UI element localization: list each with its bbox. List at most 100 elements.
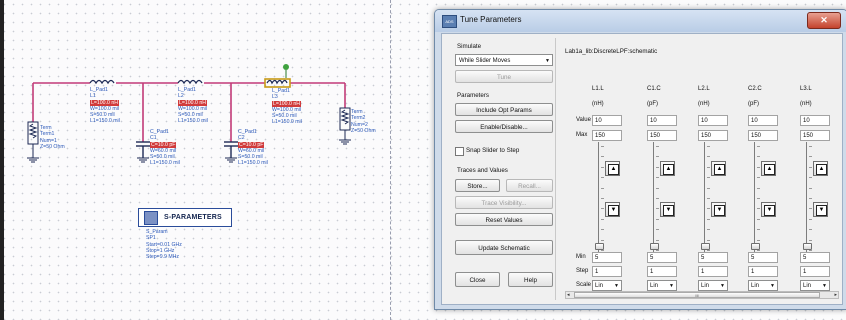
max-input[interactable]: 150 — [800, 130, 830, 141]
slider-track[interactable] — [754, 142, 755, 254]
slider-tick — [656, 177, 659, 179]
app-icon: ADS — [442, 15, 457, 28]
close-button[interactable]: Close — [455, 272, 500, 287]
slider-tick — [656, 166, 659, 168]
tune-marker-icon — [283, 64, 289, 70]
value-input[interactable]: 10 — [748, 115, 778, 126]
scale-select[interactable]: Lin ▼ — [592, 280, 622, 291]
value-input[interactable]: 10 — [800, 115, 830, 126]
increment-button[interactable]: ▲ — [761, 161, 776, 176]
increment-button[interactable]: ▲ — [605, 161, 620, 176]
step-input[interactable]: 1 — [748, 266, 778, 277]
tune-button[interactable]: Tune — [455, 70, 553, 83]
step-input[interactable]: 1 — [592, 266, 622, 277]
param-name: L3.L — [800, 86, 812, 92]
dialog-titlebar[interactable]: ADS Tune Parameters ✕ — [435, 10, 846, 32]
slider-tick — [757, 177, 760, 179]
slider-tick — [601, 239, 604, 241]
s-parameters-icon — [144, 210, 158, 225]
param-name: C2.C — [748, 86, 762, 92]
trace-visibility-button[interactable]: Trace Visibility... — [455, 196, 553, 209]
decrement-button[interactable]: ▼ — [711, 202, 726, 217]
max-input[interactable]: 150 — [748, 130, 778, 141]
min-input[interactable]: 5 — [748, 252, 778, 263]
slider-thumb[interactable] — [701, 242, 710, 250]
value-input[interactable]: 10 — [698, 115, 728, 126]
slider-tick — [757, 239, 760, 241]
include-opt-params-button[interactable]: Include Opt Params — [455, 103, 553, 116]
increment-button[interactable]: ▲ — [813, 161, 828, 176]
slider-track[interactable] — [653, 142, 654, 254]
term1-label: Term Term1 Num=1 Z=50 Ohm — [40, 125, 65, 150]
slider-tick — [809, 156, 812, 158]
min-input[interactable]: 5 — [647, 252, 677, 263]
min-input[interactable]: 5 — [592, 252, 622, 263]
increment-button[interactable]: ▲ — [711, 161, 726, 176]
slider-tick — [656, 198, 659, 199]
min-input[interactable]: 5 — [800, 252, 830, 263]
max-input[interactable]: 150 — [647, 130, 677, 141]
scroll-thumb[interactable]: III — [574, 292, 820, 298]
snap-slider-checkbox[interactable] — [455, 147, 464, 156]
max-input[interactable]: 150 — [698, 130, 728, 141]
slider-tick — [757, 218, 760, 220]
slider-tick — [809, 239, 812, 241]
slider-thumb[interactable] — [595, 242, 604, 250]
step-input[interactable]: 1 — [800, 266, 830, 277]
scroll-left-icon[interactable]: ◂ — [567, 292, 570, 298]
simulate-label: Simulate — [457, 43, 482, 50]
reset-values-button[interactable]: Reset Values — [455, 213, 553, 226]
update-schematic-button[interactable]: Update Schematic — [455, 240, 553, 255]
step-input[interactable]: 1 — [698, 266, 728, 277]
decrement-button[interactable]: ▼ — [761, 202, 776, 217]
param-name: L2.L — [698, 86, 710, 92]
store-button[interactable]: Store... — [455, 179, 500, 192]
slider-tick — [707, 229, 710, 231]
slider-thumb[interactable] — [650, 242, 659, 250]
min-input[interactable]: 5 — [698, 252, 728, 263]
decrement-button[interactable]: ▼ — [605, 202, 620, 217]
enable-disable-button[interactable]: Enable/Disable... — [455, 120, 553, 133]
simulate-mode-select[interactable]: While Slider Moves ▼ — [455, 54, 553, 66]
scale-select[interactable]: Lin ▼ — [748, 280, 778, 291]
close-icon[interactable]: ✕ — [807, 12, 841, 29]
value-input[interactable]: 10 — [592, 115, 622, 126]
slider-track[interactable] — [598, 142, 599, 254]
value-input[interactable]: 10 — [647, 115, 677, 126]
scale-select[interactable]: Lin ▼ — [800, 280, 830, 291]
decrement-button[interactable]: ▼ — [660, 202, 675, 217]
arrow-down-icon: ▼ — [608, 205, 619, 216]
scroll-right-icon[interactable]: ▸ — [834, 292, 837, 298]
recall-button[interactable]: Recall... — [506, 179, 553, 192]
slider-tick — [601, 187, 604, 189]
decrement-button[interactable]: ▼ — [813, 202, 828, 217]
dialog-body: Simulate While Slider Moves ▼ Tune Parame… — [441, 33, 843, 305]
slider-track[interactable] — [806, 142, 807, 254]
scale-select[interactable]: Lin ▼ — [647, 280, 677, 291]
dialog-title: Tune Parameters — [460, 15, 522, 24]
s-parameters-block[interactable]: S-PARAMETERS — [138, 208, 232, 227]
slider-track[interactable] — [704, 142, 705, 254]
arrow-down-icon: ▼ — [663, 205, 674, 216]
help-button[interactable]: Help — [508, 272, 553, 287]
max-input[interactable]: 150 — [592, 130, 622, 141]
c2-label: C_Pad1 C2 C=10.0 pF W=60.0 mil S=50.0 mi… — [238, 129, 268, 167]
slider-thumb[interactable] — [803, 242, 812, 250]
param-unit: (nH) — [592, 101, 604, 107]
scale-select[interactable]: Lin ▼ — [698, 280, 728, 291]
horizontal-scrollbar[interactable]: ◂ III ▸ — [565, 291, 839, 299]
traces-values-label: Traces and Values — [457, 167, 508, 174]
slider-tick — [809, 229, 812, 231]
step-input[interactable]: 1 — [647, 266, 677, 277]
slider-tick — [656, 208, 659, 210]
slider-thumb[interactable] — [751, 242, 760, 250]
slider-tick — [656, 229, 659, 231]
schematic-path: Lab1a_lib:DiscreteLPF:schematic — [565, 48, 658, 55]
slider-tick — [656, 156, 659, 158]
arrow-down-icon: ▼ — [764, 205, 775, 216]
arrow-down-icon: ▼ — [816, 205, 827, 216]
slider-tick — [707, 177, 710, 179]
slider-tick — [809, 198, 812, 199]
panel-divider — [555, 38, 556, 300]
increment-button[interactable]: ▲ — [660, 161, 675, 176]
